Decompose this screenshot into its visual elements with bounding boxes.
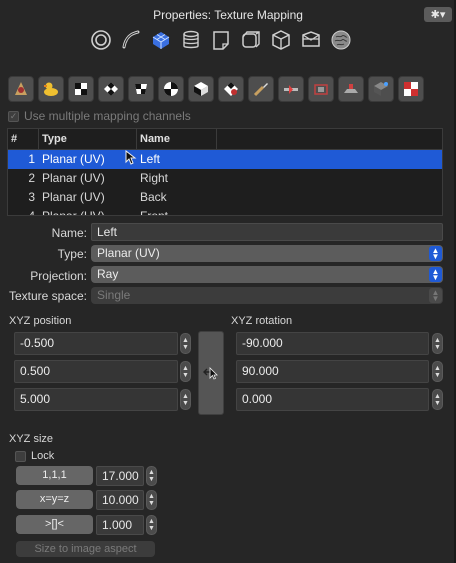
row-number: 3 bbox=[28, 190, 35, 204]
size-y-field[interactable]: 10.000 bbox=[96, 490, 144, 510]
brain-icon[interactable] bbox=[328, 27, 354, 53]
size-y-stepper[interactable]: ▲ ▼ bbox=[146, 490, 157, 510]
cube-outline-icon[interactable] bbox=[238, 27, 264, 53]
lock-option: Lock bbox=[15, 450, 54, 462]
texture-mapping-icon[interactable] bbox=[148, 27, 174, 53]
table-row[interactable]: 2 Planar (UV) Right bbox=[8, 169, 442, 188]
column-header-type[interactable]: Type bbox=[39, 129, 137, 150]
chevron-updown-icon: ▲ ▼ bbox=[429, 246, 442, 261]
table-header: # Type Name bbox=[8, 129, 442, 150]
position-x-field[interactable]: -0.500 bbox=[14, 332, 178, 355]
panel-title: Properties: Texture Mapping bbox=[153, 8, 303, 22]
size-z-stepper[interactable]: ▲ ▼ bbox=[146, 515, 157, 535]
row-name: Left bbox=[140, 152, 161, 166]
size-uniform-one-button[interactable]: 1,1,1 bbox=[16, 466, 93, 485]
type-label: Type: bbox=[57, 247, 87, 261]
projection-1-icon[interactable] bbox=[38, 76, 64, 102]
projection-13-icon[interactable] bbox=[398, 76, 424, 102]
projection-0-icon[interactable] bbox=[8, 76, 34, 102]
multiple-channels-label: Use multiple mapping channels bbox=[24, 109, 191, 123]
position-z-field[interactable]: 5.000 bbox=[14, 388, 178, 411]
circle-target-icon[interactable] bbox=[88, 27, 114, 53]
name-field[interactable]: Left bbox=[91, 223, 443, 241]
row-type: Planar (UV) bbox=[42, 152, 105, 166]
page-icon[interactable] bbox=[208, 27, 234, 53]
rotation-z-stepper[interactable]: ▲ ▼ bbox=[432, 389, 443, 410]
texture-space-select-value: Single bbox=[97, 288, 131, 302]
type-select-value: Planar (UV) bbox=[97, 246, 160, 260]
row-name: Right bbox=[140, 171, 169, 185]
envelope-icon[interactable] bbox=[298, 27, 324, 53]
projection-5-icon[interactable] bbox=[158, 76, 184, 102]
xyz-size-heading: XYZ size bbox=[9, 433, 54, 445]
mouse-cursor-icon bbox=[125, 150, 137, 165]
row-type: Planar (UV) bbox=[42, 190, 105, 204]
rotation-y-field[interactable]: 90.000 bbox=[236, 360, 429, 383]
size-equalize-button[interactable]: x=y=z bbox=[16, 490, 93, 509]
projection-9-icon[interactable] bbox=[278, 76, 304, 102]
table-row[interactable]: 3 Planar (UV) Back bbox=[8, 188, 442, 207]
row-number: 1 bbox=[28, 152, 35, 166]
chevron-updown-icon: ▲ ▼ bbox=[429, 267, 442, 282]
table-row[interactable]: 4 Planar (UV) Front bbox=[8, 207, 442, 216]
table-row[interactable]: 1 Planar (UV) Left bbox=[8, 150, 442, 169]
rotation-x-field[interactable]: -90.000 bbox=[236, 332, 429, 355]
row-type: Planar (UV) bbox=[42, 171, 105, 185]
rotation-x-stepper[interactable]: ▲ ▼ bbox=[432, 333, 443, 354]
size-to-image-aspect-button[interactable]: Size to image aspect bbox=[16, 541, 155, 557]
xyz-rotation-heading: XYZ rotation bbox=[231, 315, 293, 327]
projection-select-value: Ray bbox=[97, 267, 119, 281]
multiple-channels-checkbox[interactable]: ✓ bbox=[8, 110, 19, 122]
line-curve-icon[interactable] bbox=[118, 27, 144, 53]
position-y-field[interactable]: 0.500 bbox=[14, 360, 178, 383]
crosshair-cursor-icon bbox=[203, 367, 218, 380]
type-select[interactable]: Planar (UV) ▲ ▼ bbox=[91, 245, 443, 262]
texture-space-label: Texture space: bbox=[8, 289, 87, 303]
projection-10-icon[interactable] bbox=[308, 76, 334, 102]
row-name: Back bbox=[140, 190, 167, 204]
box-icon[interactable] bbox=[268, 27, 294, 53]
layers-icon[interactable] bbox=[178, 27, 204, 53]
category-tabs bbox=[88, 27, 354, 57]
position-z-stepper[interactable]: ▲ ▼ bbox=[180, 389, 191, 410]
gear-menu-button[interactable]: ✱▾ bbox=[424, 7, 452, 22]
size-fit-button[interactable]: >[]< bbox=[16, 515, 93, 534]
position-y-stepper[interactable]: ▲ ▼ bbox=[180, 361, 191, 382]
lock-label: Lock bbox=[31, 450, 55, 462]
column-header-number[interactable]: # bbox=[8, 129, 39, 150]
projection-select[interactable]: Ray ▲ ▼ bbox=[91, 266, 443, 283]
lock-checkbox[interactable] bbox=[15, 450, 26, 462]
projection-6-icon[interactable] bbox=[188, 76, 214, 102]
mapping-channels-table[interactable]: # Type Name 1 Planar (UV) Left 2 Planar … bbox=[7, 128, 443, 216]
projection-7-icon[interactable] bbox=[218, 76, 244, 102]
projection-12-icon[interactable] bbox=[368, 76, 394, 102]
xyz-position-heading: XYZ position bbox=[9, 315, 72, 327]
size-z-field[interactable]: 1.000 bbox=[96, 515, 144, 535]
position-x-stepper[interactable]: ▲ ▼ bbox=[180, 333, 191, 354]
rotation-y-stepper[interactable]: ▲ ▼ bbox=[432, 361, 443, 382]
multiple-channels-option: ✓ Use multiple mapping channels bbox=[8, 109, 191, 123]
size-x-stepper[interactable]: ▲ ▼ bbox=[146, 466, 157, 486]
projection-toolbar bbox=[8, 76, 424, 102]
row-number: 4 bbox=[28, 209, 35, 216]
row-name: Front bbox=[140, 209, 169, 216]
chevron-updown-icon: ▲ ▼ bbox=[429, 288, 442, 303]
projection-label: Projection: bbox=[30, 269, 87, 283]
projection-8-icon[interactable] bbox=[248, 76, 274, 102]
link-position-rotation-button[interactable] bbox=[198, 331, 224, 415]
row-type: Planar (UV) bbox=[42, 209, 105, 216]
name-label: Name: bbox=[51, 226, 87, 240]
projection-4-icon[interactable] bbox=[128, 76, 154, 102]
column-header-name[interactable]: Name bbox=[137, 129, 217, 150]
row-number: 2 bbox=[28, 171, 35, 185]
projection-11-icon[interactable] bbox=[338, 76, 364, 102]
rotation-z-field[interactable]: 0.000 bbox=[236, 388, 429, 411]
projection-3-icon[interactable] bbox=[98, 76, 124, 102]
size-x-field[interactable]: 17.000 bbox=[96, 466, 144, 486]
texture-space-select[interactable]: Single ▲ ▼ bbox=[91, 287, 443, 304]
projection-2-icon[interactable] bbox=[68, 76, 94, 102]
